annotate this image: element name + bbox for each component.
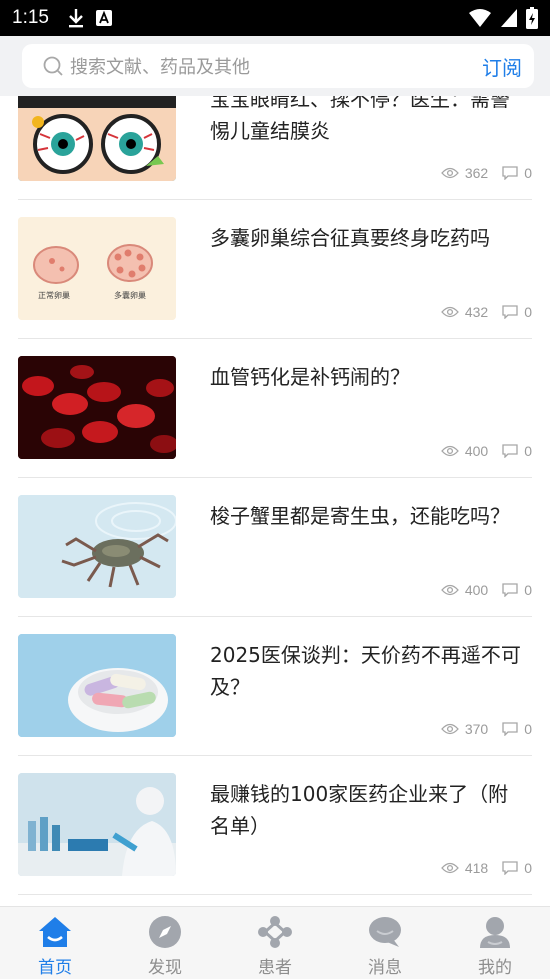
subscribe-button[interactable]: 订阅 <box>482 52 522 81</box>
signal-icon <box>501 9 517 27</box>
article-thumbnail[interactable] <box>18 773 176 876</box>
tab-label: 我的 <box>478 958 512 978</box>
article-stats: 400 0 <box>440 582 532 598</box>
search-header: 搜索文献、药品及其他 订阅 <box>0 36 550 96</box>
article-title[interactable]: 多囊卵巢综合征真要终身吃药吗 <box>210 222 528 254</box>
cartoon-eyes-image <box>18 96 176 181</box>
article-thumbnail[interactable]: 正常卵巢 多囊卵巢 <box>18 217 176 320</box>
tab-discover[interactable]: 发现 <box>110 907 220 979</box>
article-title[interactable]: 梭子蟹里都是寄生虫，还能吃吗？ <box>210 500 528 532</box>
comment-icon <box>502 861 518 875</box>
article-title[interactable]: 2025医保谈判：天价药不再遥不可及？ <box>210 639 528 703</box>
article-thumbnail[interactable] <box>18 495 176 598</box>
article-stats: 418 0 <box>440 860 532 876</box>
article-thumbnail[interactable] <box>18 96 176 181</box>
tab-patients[interactable]: 患者 <box>220 907 330 979</box>
article-item[interactable]: 血管钙化是补钙闹的？ 400 0 <box>18 339 532 478</box>
download-icon <box>68 9 83 28</box>
eye-icon <box>440 306 459 318</box>
search-icon <box>43 56 63 76</box>
tab-label: 发现 <box>148 958 182 978</box>
comment-icon <box>502 305 518 319</box>
article-stats: 370 0 <box>440 721 532 737</box>
bottom-tab-bar: 首页 发现 患者 消息 我的 <box>0 906 550 979</box>
thumb-caption-normal: 正常卵巢 <box>38 291 70 300</box>
home-icon <box>39 917 71 947</box>
article-thumbnail[interactable] <box>18 356 176 459</box>
eye-icon <box>440 445 459 457</box>
article-stats: 432 0 <box>440 304 532 320</box>
article-item[interactable]: 最赚钱的100家医药企业来了（附名单） 418 0 <box>18 756 532 895</box>
search-bar[interactable]: 搜索文献、药品及其他 订阅 <box>22 44 534 88</box>
view-count: 362 <box>464 165 489 181</box>
article-item[interactable]: 梭子蟹里都是寄生虫，还能吃吗？ 400 0 <box>18 478 532 617</box>
tab-profile[interactable]: 我的 <box>440 907 550 979</box>
tab-label: 患者 <box>258 958 292 978</box>
article-thumbnail[interactable] <box>18 634 176 737</box>
thumb-caption-pcos: 多囊卵巢 <box>114 291 146 300</box>
view-count: 418 <box>464 860 489 876</box>
lab-researcher-image <box>18 773 176 876</box>
comment-icon <box>502 166 518 180</box>
comment-icon <box>502 722 518 736</box>
app-notification-icon <box>95 10 112 26</box>
article-stats: 362 0 <box>440 165 532 181</box>
article-item[interactable]: 正常卵巢 多囊卵巢 多囊卵巢综合征真要终身吃药吗 432 0 <box>18 200 532 339</box>
eye-icon <box>440 167 459 179</box>
comment-count: 0 <box>524 443 532 459</box>
compass-icon <box>149 916 181 948</box>
wifi-icon <box>469 9 491 27</box>
comment-count: 0 <box>524 165 532 181</box>
chat-icon <box>369 917 401 947</box>
view-count: 400 <box>464 582 489 598</box>
view-count: 370 <box>464 721 489 737</box>
tab-home[interactable]: 首页 <box>0 907 110 979</box>
ovary-illustration <box>18 217 176 320</box>
comment-icon <box>502 583 518 597</box>
comment-count: 0 <box>524 721 532 737</box>
blood-cells-image <box>18 356 176 459</box>
comment-count: 0 <box>524 860 532 876</box>
eye-icon <box>440 862 459 874</box>
status-time: 1:15 <box>12 7 49 28</box>
view-count: 400 <box>464 443 489 459</box>
comment-icon <box>502 444 518 458</box>
battery-icon <box>526 7 538 29</box>
comment-count: 0 <box>524 304 532 320</box>
pills-bowl-image <box>18 634 176 737</box>
tab-messages[interactable]: 消息 <box>330 907 440 979</box>
eye-icon <box>440 584 459 596</box>
article-item[interactable]: 2025医保谈判：天价药不再遥不可及？ 370 0 <box>18 617 532 756</box>
article-stats: 400 0 <box>440 443 532 459</box>
tab-label: 消息 <box>368 958 402 978</box>
search-placeholder[interactable]: 搜索文献、药品及其他 <box>70 53 250 79</box>
view-count: 432 <box>464 304 489 320</box>
article-title[interactable]: 宝宝眼睛红、揉不停？医生：需警惕儿童结膜炎 <box>210 96 528 147</box>
status-bar: 1:15 <box>0 0 550 36</box>
article-feed: 宝宝眼睛红、揉不停？医生：需警惕儿童结膜炎 362 0 正常卵巢 多囊卵巢 多囊… <box>0 96 550 906</box>
network-icon <box>258 916 292 948</box>
eye-icon <box>440 723 459 735</box>
article-title[interactable]: 最赚钱的100家医药企业来了（附名单） <box>210 778 528 842</box>
article-title[interactable]: 血管钙化是补钙闹的？ <box>210 361 528 393</box>
tab-label: 首页 <box>38 958 72 978</box>
crab-in-water-image <box>18 495 176 598</box>
comment-count: 0 <box>524 582 532 598</box>
article-item[interactable]: 宝宝眼睛红、揉不停？医生：需警惕儿童结膜炎 362 0 <box>18 96 532 200</box>
user-icon <box>480 917 510 948</box>
